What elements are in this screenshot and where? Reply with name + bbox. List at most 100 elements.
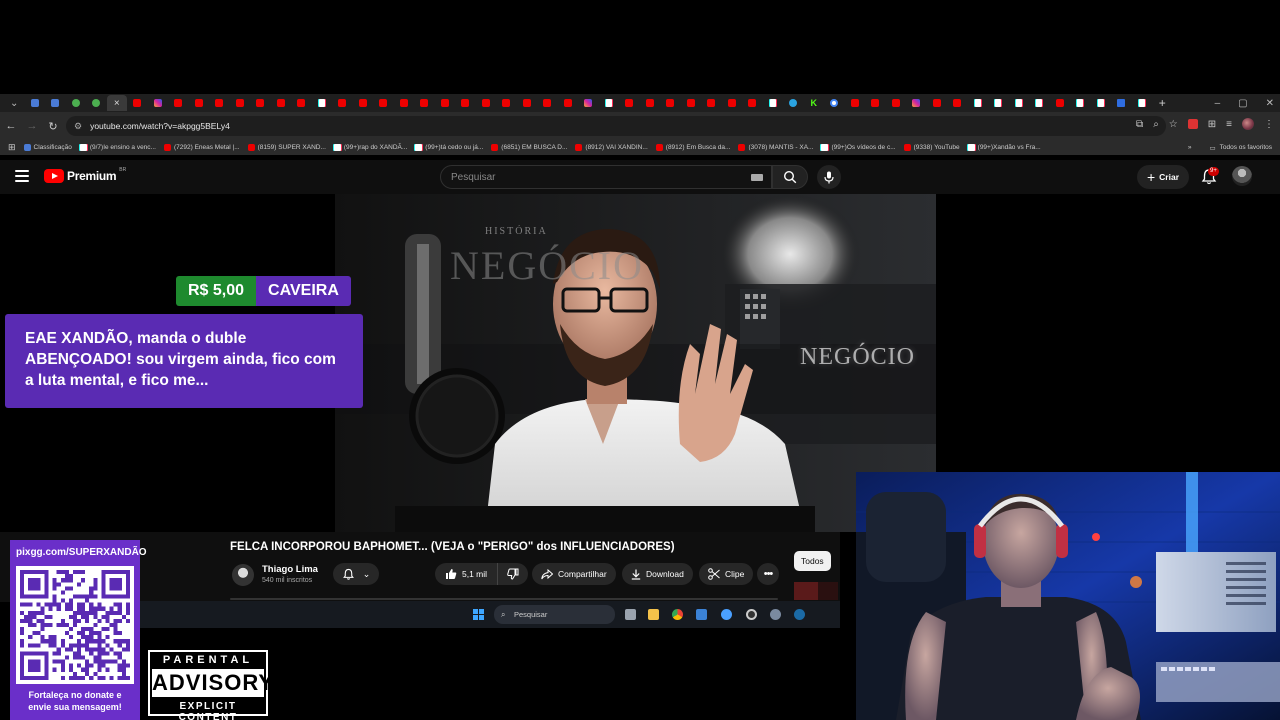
voice-search-button[interactable] bbox=[817, 165, 841, 189]
browser-tab[interactable] bbox=[1029, 95, 1050, 111]
browser-tab[interactable]: K bbox=[804, 95, 825, 111]
zoom-icon[interactable]: ⌕ bbox=[1153, 119, 1159, 130]
back-icon[interactable]: ← bbox=[1, 120, 21, 132]
bookmark-item[interactable]: (8912) Em Busca da... bbox=[655, 144, 730, 151]
browser-tab[interactable] bbox=[742, 95, 763, 111]
browser-tab[interactable] bbox=[599, 95, 620, 111]
keyboard-icon[interactable] bbox=[751, 174, 763, 181]
tab-search-chevron-icon[interactable]: ⌄ bbox=[4, 95, 25, 111]
bookmark-item[interactable]: (8159) SUPER XAND... bbox=[247, 144, 326, 151]
browser-tab[interactable] bbox=[250, 95, 271, 111]
new-tab-button[interactable]: + bbox=[1152, 95, 1173, 111]
browser-menu-icon[interactable]: ⋮ bbox=[1264, 119, 1274, 130]
browser-tab[interactable] bbox=[86, 95, 107, 111]
browser-tab[interactable] bbox=[660, 95, 681, 111]
browser-tab[interactable] bbox=[783, 95, 804, 111]
account-avatar[interactable] bbox=[1232, 166, 1252, 186]
bookmark-item[interactable]: (9/7)Ie ensino a venc... bbox=[79, 144, 156, 151]
more-actions-button[interactable]: ••• bbox=[757, 563, 779, 585]
browser-tab[interactable] bbox=[681, 95, 702, 111]
browser-tab[interactable] bbox=[25, 95, 46, 111]
browser-tab[interactable] bbox=[1132, 95, 1153, 111]
bookmark-item[interactable]: (99+)rap do XANDÃ... bbox=[333, 144, 407, 151]
search-input[interactable]: Pesquisar bbox=[440, 165, 772, 189]
task-view-icon[interactable] bbox=[625, 609, 636, 620]
clip-button[interactable]: Clipe bbox=[699, 563, 754, 585]
settings-gear-icon[interactable] bbox=[770, 609, 781, 620]
browser-tab[interactable] bbox=[947, 95, 968, 111]
sidebar-icon[interactable]: ≡ bbox=[1226, 119, 1232, 130]
browser-tab[interactable] bbox=[148, 95, 169, 111]
bookmarks-overflow-icon[interactable]: » bbox=[1188, 144, 1192, 151]
network-icon[interactable] bbox=[721, 609, 732, 620]
browser-tab[interactable] bbox=[537, 95, 558, 111]
obs-icon[interactable] bbox=[746, 609, 757, 620]
extension-icon[interactable] bbox=[1187, 119, 1198, 129]
browser-tab[interactable] bbox=[66, 95, 87, 111]
channel-name[interactable]: Thiago Lima bbox=[262, 564, 318, 575]
browser-tab[interactable] bbox=[332, 95, 353, 111]
browser-tab[interactable] bbox=[127, 95, 148, 111]
create-button[interactable]: + Criar bbox=[1137, 165, 1189, 189]
like-button[interactable]: 5,1 mil bbox=[435, 563, 499, 585]
browser-tab[interactable] bbox=[435, 95, 456, 111]
bookmark-star-icon[interactable]: ☆ bbox=[1169, 119, 1178, 130]
browser-tab[interactable] bbox=[1070, 95, 1091, 111]
file-explorer-icon[interactable] bbox=[648, 609, 659, 620]
browser-tab[interactable] bbox=[619, 95, 640, 111]
browser-tab[interactable] bbox=[414, 95, 435, 111]
browser-tab[interactable] bbox=[824, 95, 845, 111]
close-window-icon[interactable]: ✕ bbox=[1266, 98, 1274, 109]
browser-tab[interactable] bbox=[701, 95, 722, 111]
install-icon[interactable]: ⧉ bbox=[1136, 119, 1143, 130]
chrome-icon[interactable] bbox=[672, 609, 683, 620]
browser-tab[interactable] bbox=[640, 95, 661, 111]
browser-tab[interactable] bbox=[1050, 95, 1071, 111]
menu-icon[interactable] bbox=[15, 170, 29, 182]
browser-tab[interactable] bbox=[865, 95, 886, 111]
browser-tab[interactable] bbox=[455, 95, 476, 111]
search-button[interactable] bbox=[772, 165, 808, 189]
bookmark-item[interactable]: (6851) EM BUSCA D... bbox=[491, 144, 567, 151]
browser-tab[interactable] bbox=[763, 95, 784, 111]
browser-tab[interactable] bbox=[906, 95, 927, 111]
extensions-puzzle-icon[interactable]: ⊞ bbox=[1208, 119, 1216, 130]
browser-tab[interactable] bbox=[968, 95, 989, 111]
filter-chip-all[interactable]: Todos bbox=[794, 551, 831, 571]
photos-icon[interactable] bbox=[696, 609, 707, 620]
bookmark-item[interactable]: (99+)Os vídeos de c... bbox=[821, 144, 896, 151]
browser-tab-active[interactable]: × bbox=[106, 95, 127, 111]
address-bar[interactable]: ⚙ youtube.com/watch?v=akpgg5BELy4 bbox=[66, 116, 1166, 136]
minimize-icon[interactable]: – bbox=[1215, 98, 1221, 109]
channel-avatar[interactable] bbox=[232, 564, 254, 586]
bookmark-item[interactable]: (99+)tá cedo ou já... bbox=[415, 144, 483, 151]
subscription-bell-button[interactable]: ⌄ bbox=[333, 563, 379, 585]
steam-icon[interactable] bbox=[794, 609, 805, 620]
forward-icon[interactable]: → bbox=[22, 120, 42, 132]
maximize-icon[interactable]: ▢ bbox=[1238, 98, 1247, 109]
bookmark-item[interactable]: (7292) Eneas Metal |... bbox=[163, 144, 240, 151]
bookmark-item[interactable]: Classificação bbox=[23, 144, 72, 151]
browser-tab[interactable] bbox=[1009, 95, 1030, 111]
browser-tab[interactable] bbox=[291, 95, 312, 111]
youtube-logo[interactable]: Premium BR bbox=[44, 167, 126, 183]
bookmark-item[interactable]: (99+)Xandão vs Fra... bbox=[967, 144, 1041, 151]
taskbar-search[interactable]: ⌕ Pesquisar bbox=[494, 605, 615, 624]
browser-tab[interactable] bbox=[168, 95, 189, 111]
browser-tab[interactable] bbox=[927, 95, 948, 111]
browser-tab[interactable] bbox=[394, 95, 415, 111]
browser-tab[interactable] bbox=[845, 95, 866, 111]
share-button[interactable]: Compartilhar bbox=[532, 563, 616, 585]
profile-avatar[interactable] bbox=[1242, 118, 1254, 130]
apps-grid-icon[interactable]: ⊞ bbox=[8, 142, 16, 153]
browser-tab[interactable] bbox=[988, 95, 1009, 111]
video-player[interactable]: HISTÓRIA NEGÓCIO NEGÓCIO bbox=[335, 194, 936, 532]
site-info-icon[interactable]: ⚙ bbox=[74, 121, 82, 132]
bookmark-item[interactable]: (3078) MANTIS - XA... bbox=[738, 144, 813, 151]
browser-tab[interactable] bbox=[45, 95, 66, 111]
browser-tab[interactable] bbox=[722, 95, 743, 111]
browser-tab[interactable] bbox=[558, 95, 579, 111]
reload-icon[interactable]: ↻ bbox=[43, 120, 63, 133]
windows-start-icon[interactable] bbox=[473, 609, 484, 620]
bookmark-item[interactable]: (8912) VAI XANDIN... bbox=[575, 144, 648, 151]
